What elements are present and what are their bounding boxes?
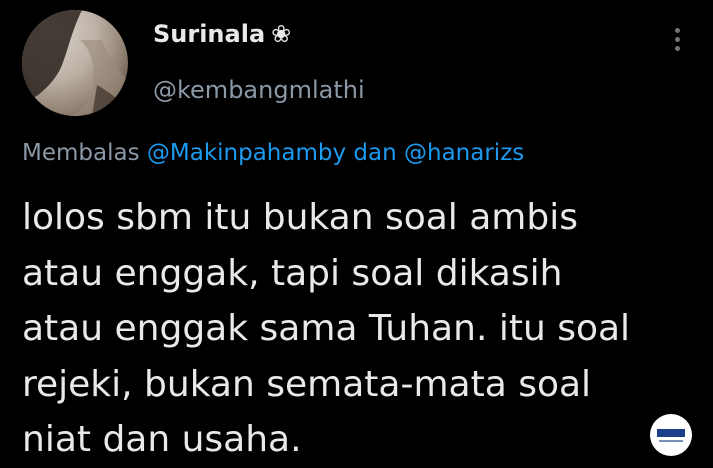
user-handle[interactable]: @kembangmlathi [153,76,365,104]
avatar[interactable] [22,10,128,116]
tweet-text-line: atau enggak, tapi soal dikasih [22,252,563,294]
tweet-container: Surinala ❀ @kembangmlathi Membalas @Makin… [0,0,713,467]
flower-icon: ❀ [271,20,292,48]
reply-mention-1[interactable]: @Makinpahamby [147,140,346,166]
reply-prefix: Membalas [22,140,140,166]
tweet-text: lolos sbm itu bukan soal ambis atau engg… [22,190,702,468]
display-name-text: Surinala [153,20,266,48]
display-name[interactable]: Surinala ❀ [153,20,291,48]
tweet-text-line: atau enggak sama Tuhan. itu soal [22,308,631,349]
reply-context: Membalas @Makinpahamby dan @hanarizs [22,140,524,166]
reply-conjunction: dan [353,140,397,166]
tweet-text-line: rejeki, bukan semata-mata soal [22,363,592,405]
more-options-icon[interactable] [671,28,683,54]
tweet-text-line: lolos sbm itu bukan soal ambis [22,197,578,238]
avatar-image [22,10,128,116]
watermark-logo [650,414,692,456]
tweet-text-line: niat dan usaha. [22,419,302,460]
reply-mention-2[interactable]: @hanarizs [404,140,524,166]
